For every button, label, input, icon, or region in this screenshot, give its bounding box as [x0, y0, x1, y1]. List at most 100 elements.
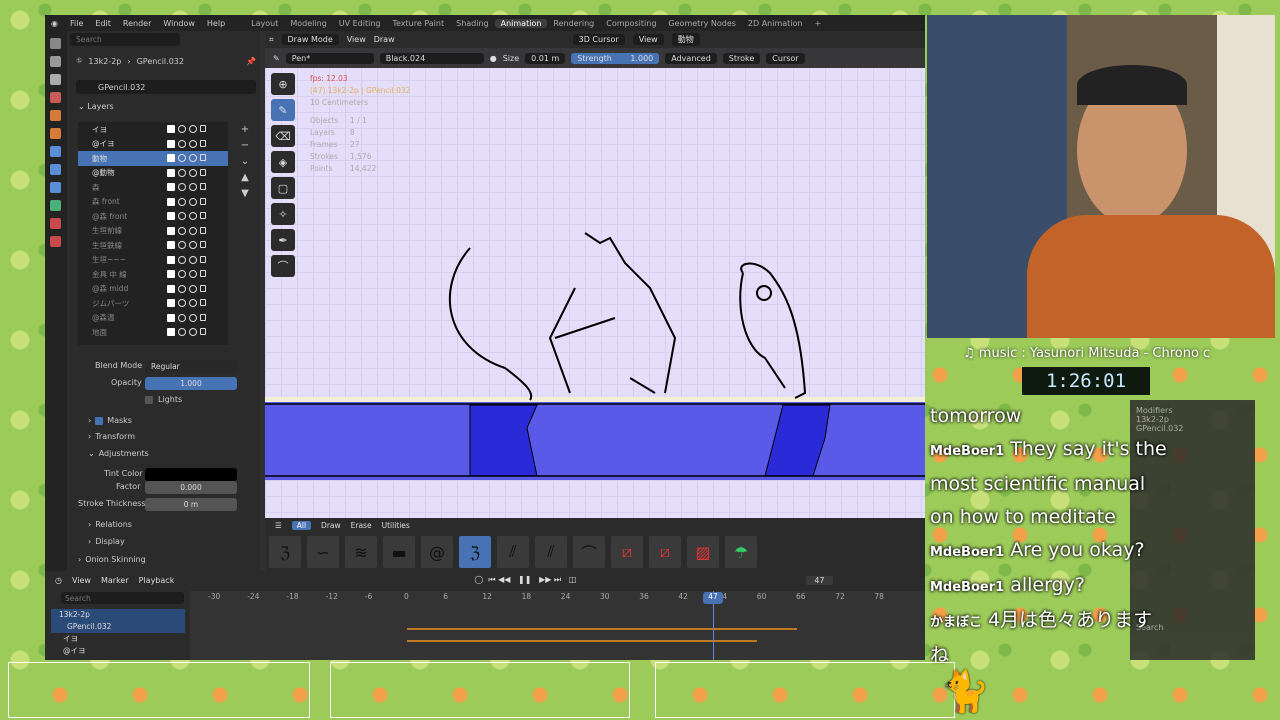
lock-icon[interactable]: [200, 255, 206, 263]
brush-tab-draw[interactable]: Draw: [321, 521, 341, 530]
lock-icon[interactable]: [200, 270, 206, 277]
tab-animation[interactable]: Animation: [494, 18, 548, 28]
onion-icon[interactable]: [178, 183, 186, 191]
lock-icon[interactable]: [200, 139, 206, 147]
eyedropper-tool-icon[interactable]: ✒: [271, 229, 295, 251]
tab-rendering[interactable]: Rendering: [547, 19, 600, 28]
layer-row[interactable]: @イヨ: [78, 137, 228, 152]
layer-row[interactable]: 地面: [78, 325, 228, 340]
tab-2d-animation[interactable]: 2D Animation: [742, 19, 809, 28]
playhead-frame[interactable]: 47: [703, 592, 723, 604]
onion-icon[interactable]: [178, 154, 186, 162]
brush-thumb[interactable]: ⫽: [497, 536, 529, 568]
view-menu[interactable]: View: [347, 35, 366, 44]
layer-row[interactable]: 生垣鉄線: [78, 238, 228, 253]
add-layer-button[interactable]: +: [238, 122, 252, 138]
brush-tab-erase[interactable]: Erase: [351, 521, 372, 530]
lock-icon[interactable]: [200, 197, 206, 205]
onion-icon[interactable]: [178, 197, 186, 206]
dopesheet-area[interactable]: -30-24-18-12-6061218243036425460667278 4…: [190, 591, 925, 660]
lock-icon[interactable]: [200, 299, 206, 306]
layer-specials-button[interactable]: ⌄: [238, 154, 252, 170]
tab-layout[interactable]: Layout: [245, 19, 284, 28]
draw-tool-icon[interactable]: ✎: [271, 99, 295, 121]
tab-texture-paint[interactable]: Texture Paint: [386, 19, 450, 28]
brush-tab-all[interactable]: All: [291, 520, 312, 530]
lock-icon[interactable]: [200, 226, 206, 234]
onion-icon[interactable]: [178, 313, 186, 322]
collection-select[interactable]: 動物: [671, 33, 700, 46]
physics-icon[interactable]: [50, 182, 61, 193]
layer-row[interactable]: @森温: [78, 311, 228, 326]
tab-modeling[interactable]: Modeling: [284, 19, 332, 28]
brush-thumb[interactable]: ⧄: [649, 536, 681, 568]
channel-layer[interactable]: @イヨ: [51, 645, 185, 657]
lock-icon[interactable]: [200, 154, 206, 161]
add-workspace-button[interactable]: +: [808, 19, 827, 28]
blend-mode-select[interactable]: Regular: [145, 360, 237, 373]
mode-select[interactable]: Draw Mode: [281, 34, 339, 45]
mask-icon[interactable]: [167, 284, 175, 293]
texture-icon[interactable]: [50, 236, 61, 247]
onion-skinning-section[interactable]: Onion Skinning: [85, 555, 146, 564]
timeline-view-menu[interactable]: View: [72, 576, 91, 585]
brush-thumb[interactable]: ⌒: [573, 536, 605, 568]
cursor-tool-icon[interactable]: ⊕: [271, 73, 295, 95]
eye-icon[interactable]: [189, 226, 197, 235]
tool-icon[interactable]: [50, 38, 61, 49]
editor-type-icon[interactable]: ⌗: [269, 35, 274, 45]
object-icon[interactable]: [50, 128, 61, 139]
menu-render[interactable]: Render: [117, 19, 157, 28]
output-icon[interactable]: [50, 74, 61, 85]
lock-icon[interactable]: [200, 168, 206, 176]
curve-tool-icon[interactable]: ⌒: [271, 255, 295, 277]
layer-row[interactable]: @森 midd: [78, 282, 228, 297]
adjustments-section[interactable]: Adjustments: [99, 449, 149, 458]
mask-icon[interactable]: [167, 299, 175, 307]
mask-icon[interactable]: [167, 139, 175, 148]
advanced-menu[interactable]: Advanced: [665, 52, 717, 64]
mask-icon[interactable]: [167, 255, 175, 264]
render-icon[interactable]: [50, 56, 61, 67]
eye-icon[interactable]: [189, 328, 197, 336]
onion-icon[interactable]: [178, 212, 186, 220]
playback-controls[interactable]: ◯ ⏮ ◀◀ ❚❚ ▶▶ ⏭ ◫: [474, 575, 576, 585]
layer-row[interactable]: イヨ: [78, 122, 228, 137]
effects-icon[interactable]: [50, 164, 61, 175]
stroke-menu[interactable]: Stroke: [722, 52, 761, 64]
lock-icon[interactable]: [200, 183, 206, 190]
cursor-menu[interactable]: Cursor: [766, 52, 805, 64]
mask-icon[interactable]: [167, 183, 175, 191]
onion-icon[interactable]: [178, 284, 186, 293]
erase-tool-icon[interactable]: ⌫: [271, 125, 295, 147]
menu-edit[interactable]: Edit: [89, 19, 117, 28]
eye-icon[interactable]: [189, 241, 197, 249]
layer-row[interactable]: @動物: [78, 166, 228, 181]
fill-tool-icon[interactable]: ◈: [271, 151, 295, 173]
mask-icon[interactable]: [167, 168, 175, 177]
search-input[interactable]: Search: [70, 33, 180, 46]
size-field[interactable]: 0.01 m: [525, 52, 566, 64]
gpencil-data-icon[interactable]: [50, 200, 61, 211]
brush-thumb[interactable]: ∽: [307, 536, 339, 568]
eye-icon[interactable]: [189, 197, 197, 206]
display-section[interactable]: Display: [95, 537, 125, 546]
box-tool-icon[interactable]: ▢: [271, 177, 295, 199]
layer-row[interactable]: 生垣前線: [78, 224, 228, 239]
lock-icon[interactable]: [200, 241, 206, 248]
layer-row[interactable]: 森 front: [78, 195, 228, 210]
onion-icon[interactable]: [178, 241, 186, 249]
data-name-field[interactable]: GPencil.032: [76, 80, 256, 94]
move-layer-up-button[interactable]: ▲: [238, 170, 252, 186]
channel-layer[interactable]: イヨ: [51, 633, 185, 645]
onion-icon[interactable]: [178, 299, 186, 307]
mask-icon[interactable]: [167, 197, 175, 206]
mask-icon[interactable]: [167, 125, 175, 133]
layer-row[interactable]: 金具 中 線: [78, 267, 228, 282]
eye-icon[interactable]: [189, 313, 197, 322]
tint-color-swatch[interactable]: [145, 468, 237, 481]
tint-tool-icon[interactable]: ✧: [271, 203, 295, 225]
move-layer-down-button[interactable]: ▼: [238, 186, 252, 202]
opacity-slider[interactable]: 1.000: [145, 377, 237, 390]
eye-icon[interactable]: [189, 270, 197, 278]
